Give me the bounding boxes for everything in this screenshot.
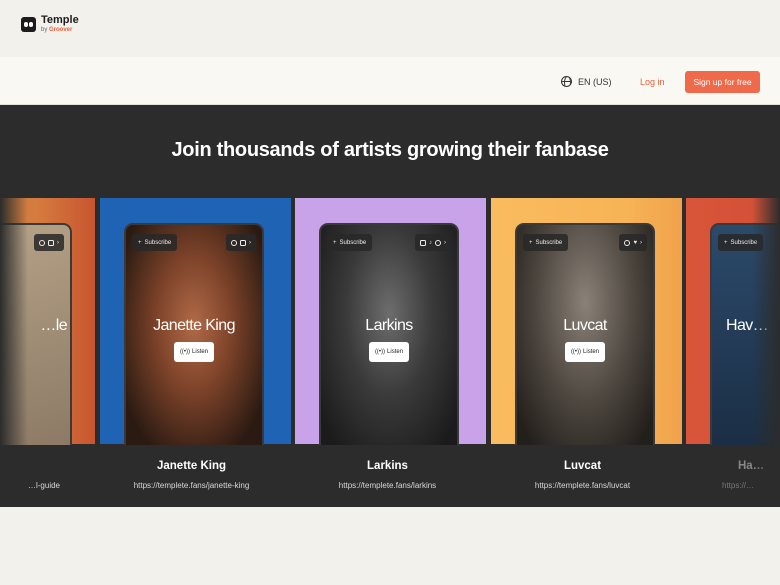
globe-icon [561, 76, 572, 87]
phone-artist-name: Janette King [153, 317, 235, 334]
logo-name: Temple [41, 14, 79, 26]
chevron-right-icon: › [57, 239, 59, 246]
instagram-icon [240, 239, 246, 246]
social-icons: ♪ › [415, 234, 451, 251]
tiktok-icon: ♪ [429, 239, 432, 246]
listen-label: Listen [387, 349, 404, 355]
instagram-icon [48, 239, 54, 246]
plus-icon: + [529, 239, 533, 246]
listen-label: Listen [192, 349, 209, 355]
heart-icon: ♥ [633, 239, 637, 246]
language-selector[interactable]: EN (US) [561, 76, 612, 87]
chevron-right-icon: › [249, 239, 251, 246]
social-icons: › [34, 234, 64, 251]
artist-url[interactable]: https://templete.fans/larkins [292, 481, 483, 490]
facebook-icon [435, 239, 441, 246]
temple-logo[interactable]: Temple by Groover [21, 15, 79, 33]
language-label: EN (US) [578, 76, 612, 87]
social-icons: ♥ › [619, 234, 647, 251]
listen-label: Listen [583, 349, 600, 355]
artist-name: Janette King [156, 460, 226, 472]
spotify-icon [231, 239, 237, 246]
artist-card[interactable]: + Subscribe › Janette King ((•)) Listen [100, 198, 291, 445]
artist-name: Luvcat [563, 460, 602, 472]
signup-button[interactable]: Sign up for free [685, 71, 760, 93]
login-link[interactable]: Log in [640, 77, 665, 87]
spotify-icon [39, 239, 45, 246]
artist-url[interactable]: https://templete.fans/janette-king [96, 481, 287, 490]
logo-by: by [41, 27, 50, 33]
phone-artist-name: Luvcat [563, 317, 607, 334]
artist-url[interactable]: https://templete.fans/luvcat [487, 481, 678, 490]
artist-name: Larkins [367, 460, 408, 472]
listen-button[interactable]: ((•)) Listen [174, 342, 214, 362]
listen-button[interactable]: ((•)) Listen [369, 342, 409, 362]
subscribe-button[interactable]: + Subscribe [327, 234, 373, 251]
phone-artist-name: Larkins [365, 317, 413, 334]
subscribe-label: Subscribe [339, 239, 367, 246]
listen-button[interactable]: ((•)) Listen [565, 342, 605, 362]
subscribe-button[interactable]: + Subscribe [523, 234, 569, 251]
plus-icon: + [333, 239, 337, 246]
chevron-right-icon: › [444, 239, 446, 246]
plus-icon: + [138, 239, 142, 246]
spotify-icon [624, 239, 631, 246]
subscribe-button[interactable]: + Subscribe [132, 234, 178, 251]
hero-title: Join thousands of artists growing their … [171, 139, 609, 161]
artists-showcase: Join thousands of artists growing their … [0, 105, 780, 507]
listen-wave-icon: ((•)) [570, 349, 582, 355]
subscribe-label: Subscribe [535, 239, 563, 246]
artist-card[interactable]: + Subscribe ♪ › Larkins ((•)) Listen [295, 198, 486, 445]
logo-brand: Groover [49, 27, 73, 33]
temple-logo-icon [21, 16, 36, 32]
artist-card[interactable]: + Subscribe ♥ › Luvcat ((•)) Listen [491, 198, 682, 445]
left-fade [0, 105, 28, 507]
listen-wave-icon: ((•)) [374, 349, 386, 355]
social-icons: › [226, 234, 256, 251]
right-fade [752, 105, 780, 507]
plus-icon: + [724, 239, 728, 246]
listen-wave-icon: ((•)) [179, 349, 191, 355]
instagram-icon [420, 239, 426, 246]
subscribe-label: Subscribe [144, 239, 172, 246]
chevron-right-icon: › [640, 239, 642, 246]
